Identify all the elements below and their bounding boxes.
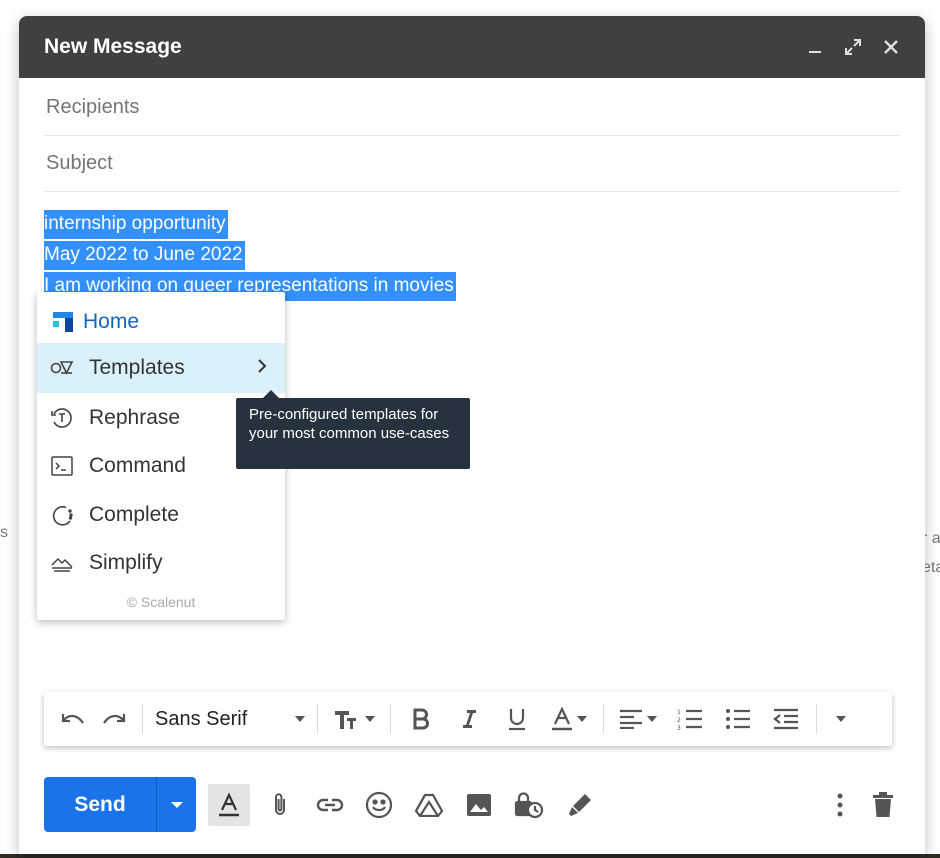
menu-item-label: Rephrase [89, 406, 180, 430]
scalenut-logo-icon [53, 312, 73, 332]
underline-icon[interactable] [493, 701, 541, 737]
chevron-down-icon [365, 716, 375, 722]
chevron-down-icon [171, 802, 183, 808]
body-line: internship opportunity [44, 210, 228, 239]
font-family-select[interactable]: Sans Serif [149, 701, 311, 737]
rephrase-icon [49, 405, 75, 431]
send-button[interactable]: Send [44, 777, 156, 832]
menu-home-label: Home [83, 310, 139, 334]
discard-draft-icon[interactable] [862, 784, 904, 826]
numbered-list-icon[interactable]: 123 [666, 701, 714, 737]
attach-file-icon[interactable] [259, 784, 301, 826]
menu-item-templates[interactable]: Templates [37, 343, 285, 393]
minimize-icon[interactable] [805, 37, 825, 57]
toolbar-divider [317, 704, 318, 734]
bulleted-list-icon[interactable] [714, 701, 762, 737]
formatting-options-icon[interactable] [208, 784, 250, 826]
chevron-down-icon [836, 716, 846, 722]
body-line: May 2022 to June 2022 [44, 241, 245, 270]
background-text-left: s [0, 524, 8, 542]
menu-home-link[interactable]: Home [53, 310, 139, 334]
templates-tooltip: Pre-configured templates for your most c… [236, 398, 470, 469]
formatting-toolbar: Sans Serif 123 [44, 692, 892, 746]
insert-link-icon[interactable] [309, 784, 351, 826]
subject-input[interactable] [44, 151, 900, 176]
menu-item-simplify[interactable]: Simplify [37, 538, 285, 588]
emoji-icon[interactable] [358, 784, 400, 826]
message-body[interactable]: internship opportunity May 2022 to June … [44, 210, 456, 303]
font-family-value: Sans Serif [155, 708, 247, 731]
chevron-down-icon [647, 716, 657, 722]
compose-titlebar[interactable]: New Message [19, 16, 925, 78]
menu-item-label: Complete [89, 503, 179, 527]
menu-item-label: Command [89, 454, 186, 478]
svg-text:2: 2 [677, 717, 681, 724]
italic-icon[interactable] [445, 701, 493, 737]
text-color-button[interactable] [541, 701, 597, 737]
menu-item-complete[interactable]: Complete [37, 490, 285, 540]
menu-item-label: Simplify [89, 551, 163, 575]
more-formatting-button[interactable] [823, 701, 859, 737]
insert-signature-icon[interactable] [559, 784, 601, 826]
menu-footer: © Scalenut [37, 594, 285, 610]
undo-icon[interactable] [54, 701, 92, 737]
svg-text:1: 1 [677, 709, 681, 716]
align-icon[interactable] [610, 701, 666, 737]
recipients-input[interactable] [44, 95, 900, 120]
toolbar-divider [390, 704, 391, 734]
insert-photo-icon[interactable] [458, 784, 500, 826]
complete-icon [49, 502, 75, 528]
expand-icon[interactable] [843, 37, 863, 57]
subject-row [44, 136, 900, 192]
toolbar-divider [603, 704, 604, 734]
simplify-icon [49, 550, 75, 576]
toolbar-divider [142, 704, 143, 734]
chevron-down-icon [295, 716, 305, 722]
more-options-icon[interactable] [819, 784, 861, 826]
confidential-mode-icon[interactable] [508, 784, 550, 826]
indent-less-icon[interactable] [762, 701, 810, 737]
send-options-dropdown[interactable] [156, 777, 196, 832]
chevron-right-icon [257, 356, 267, 380]
send-group: Send [44, 777, 196, 832]
templates-icon [49, 355, 75, 381]
close-icon[interactable] [881, 37, 901, 57]
desktop-strip [0, 854, 940, 858]
command-icon [49, 453, 75, 479]
bold-icon[interactable] [397, 701, 445, 737]
google-drive-icon[interactable] [408, 784, 450, 826]
toolbar-divider [816, 704, 817, 734]
svg-text:3: 3 [677, 725, 681, 730]
font-size-button[interactable] [324, 701, 384, 737]
compose-title: New Message [44, 35, 787, 59]
recipients-row [44, 80, 900, 136]
redo-icon[interactable] [92, 701, 136, 737]
chevron-down-icon [577, 716, 587, 722]
menu-item-label: Templates [89, 356, 185, 380]
